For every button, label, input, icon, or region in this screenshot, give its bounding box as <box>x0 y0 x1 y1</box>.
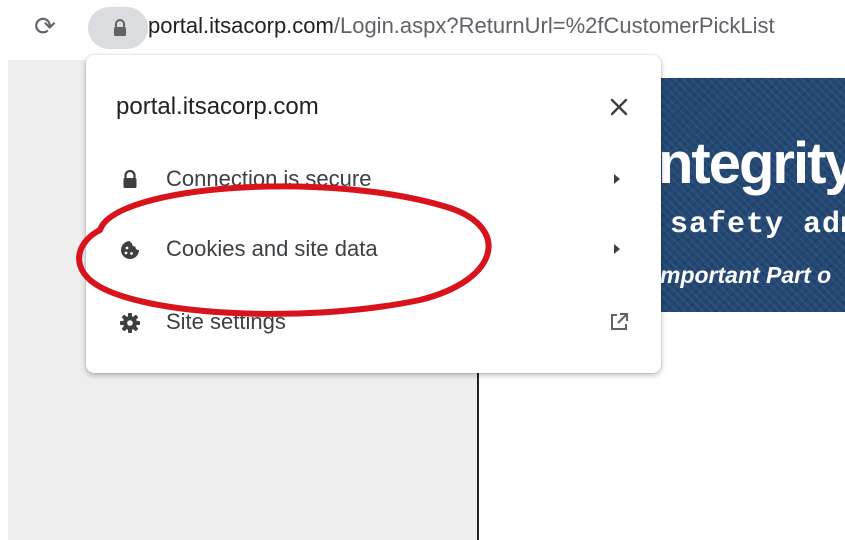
address-bar[interactable]: portal.itsacorp.com/Login.aspx?ReturnUrl… <box>148 13 775 39</box>
url-path: /Login.aspx?ReturnUrl=%2fCustomerPickLis… <box>333 13 775 38</box>
url-domain: portal.itsacorp.com <box>148 13 334 38</box>
menu-item-site-settings[interactable]: Site settings <box>86 293 661 353</box>
gear-icon <box>120 313 140 333</box>
site-banner: ntegrity safety adm mportant Part o <box>660 78 845 312</box>
cookie-icon <box>121 241 139 259</box>
menu-item-label: Connection is secure <box>166 166 372 191</box>
banner-line-3: mportant Part o <box>660 262 832 288</box>
close-icon[interactable] <box>604 92 634 122</box>
site-info-popup: portal.itsacorp.com Connection is secure… <box>86 55 661 373</box>
popup-title: portal.itsacorp.com <box>116 93 319 120</box>
external-link-icon <box>611 313 628 330</box>
menu-item-label: Site settings <box>166 309 286 334</box>
menu-item-cookies-site-data[interactable]: Cookies and site data <box>86 220 661 280</box>
banner-line-2: safety adm <box>670 208 845 242</box>
chevron-right-icon <box>614 244 620 254</box>
menu-item-label: Cookies and site data <box>166 236 378 261</box>
reload-icon[interactable]: ⟳ <box>30 12 60 42</box>
chevron-right-icon <box>614 174 620 184</box>
browser-toolbar: ⟳ portal.itsacorp.com/Login.aspx?ReturnU… <box>0 0 845 60</box>
lock-icon <box>123 169 137 188</box>
menu-item-connection-secure[interactable]: Connection is secure <box>86 150 661 210</box>
site-info-button[interactable] <box>88 7 148 49</box>
banner-line-1: ntegrity <box>660 131 845 196</box>
lock-icon <box>114 19 126 36</box>
